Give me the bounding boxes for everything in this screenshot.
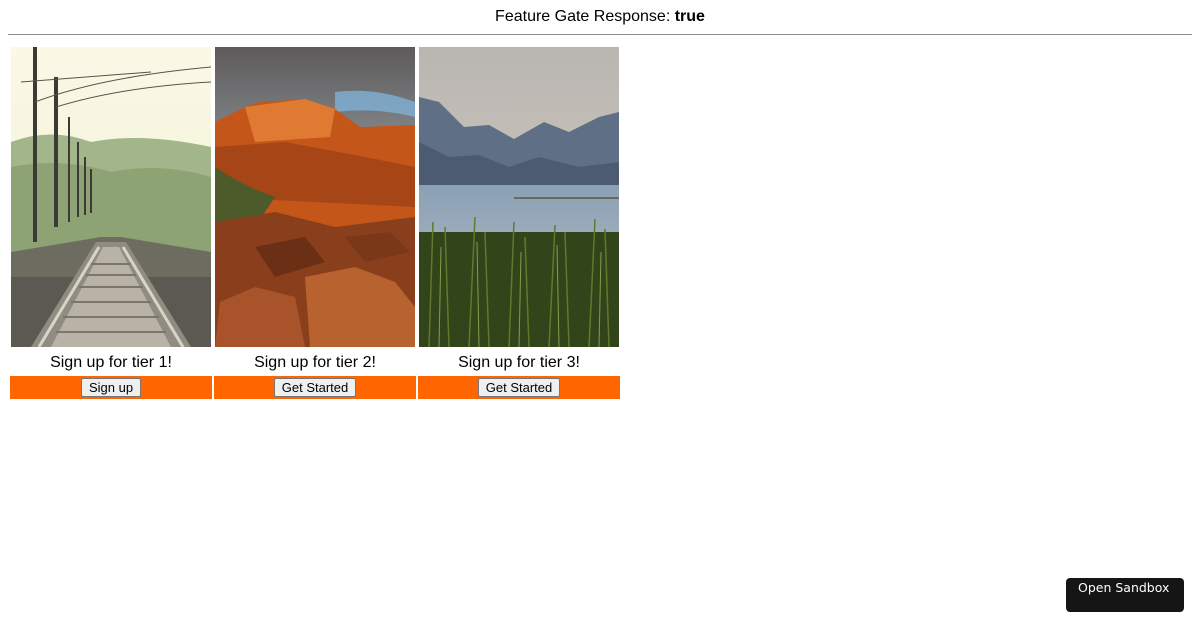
get-started-button[interactable]: Get Started (477, 378, 561, 397)
red-rocks-landscape-photo (215, 47, 415, 347)
get-started-button[interactable]: Get Started (273, 378, 357, 397)
tier-title: Sign up for tier 2! (254, 354, 376, 371)
feature-gate-header: Feature Gate Response: true (0, 6, 1200, 28)
sign-up-button[interactable]: Sign up (80, 378, 142, 397)
feature-gate-value: true (674, 8, 705, 25)
lake-reeds-mountains-photo (419, 47, 619, 347)
feature-gate-label: Feature Gate Response: (495, 8, 671, 25)
tier-cards: Sign up for tier 1! Sign up Sign up for (10, 47, 620, 399)
open-sandbox-button[interactable]: Open Sandbox (1066, 578, 1184, 612)
tier-card-3: Sign up for tier 3! Get Started (418, 47, 620, 399)
header-divider (8, 34, 1192, 35)
tier-card-1: Sign up for tier 1! Sign up (10, 47, 212, 399)
railway-tracks-photo (11, 47, 211, 347)
tier-title: Sign up for tier 3! (458, 354, 580, 371)
tier-action-bar: Get Started (214, 376, 416, 399)
tier-title: Sign up for tier 1! (50, 354, 172, 371)
tier-action-bar: Sign up (10, 376, 212, 399)
tier-action-bar: Get Started (418, 376, 620, 399)
tier-card-2: Sign up for tier 2! Get Started (214, 47, 416, 399)
